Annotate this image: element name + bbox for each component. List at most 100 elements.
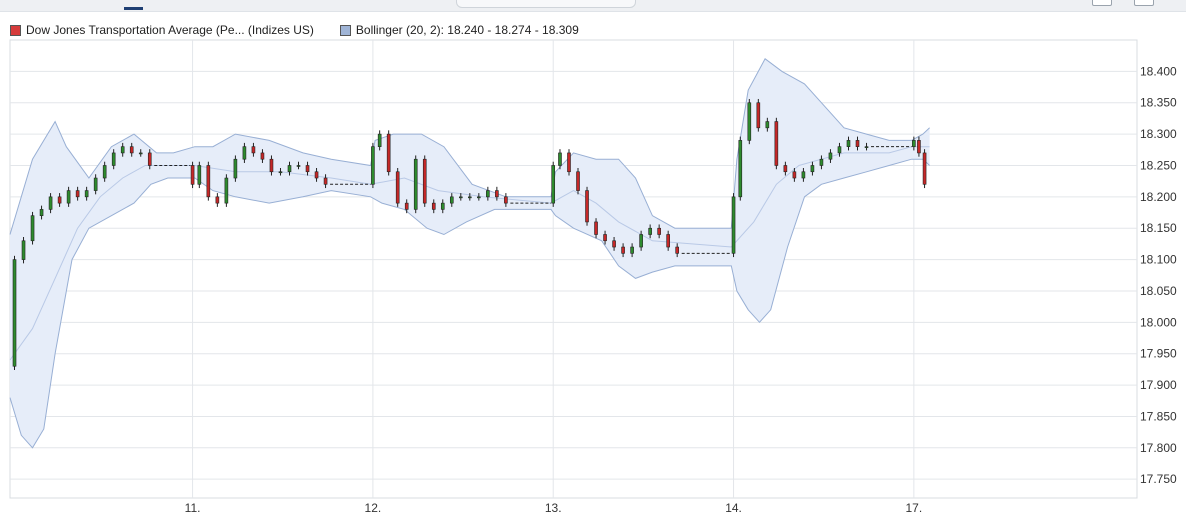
candle-body: [215, 196, 220, 204]
candle-body: [747, 102, 752, 141]
candle-body: [449, 196, 454, 204]
candle-body: [855, 140, 860, 147]
candle-body: [846, 140, 851, 147]
candle-body: [639, 234, 643, 248]
candle-body: [305, 165, 310, 173]
y-tick-label: 17.850: [1140, 409, 1177, 423]
y-tick-label: 18.200: [1140, 190, 1177, 204]
candle-body: [12, 259, 17, 367]
candle-body: [102, 165, 107, 179]
candle-body: [75, 190, 80, 198]
candle-body: [233, 158, 238, 179]
plot-area: [9, 39, 1138, 499]
candle-body: [413, 158, 418, 210]
candle-body: [738, 140, 743, 198]
candle-body: [603, 234, 607, 242]
y-tick-label: 17.950: [1140, 347, 1177, 361]
candle-body: [594, 221, 598, 235]
candle-body: [837, 146, 842, 154]
candle-body: [323, 177, 328, 185]
candle-body: [731, 196, 736, 254]
candle-body: [147, 152, 152, 166]
candle-body: [30, 215, 35, 242]
candle-body: [828, 152, 833, 160]
candle-body: [468, 196, 472, 199]
y-tick-label: 18.100: [1140, 253, 1177, 267]
candle-body: [57, 196, 62, 204]
y-tick-label: 17.900: [1140, 378, 1177, 392]
candle-body: [111, 152, 116, 166]
candle-body: [404, 202, 409, 210]
candle-body: [621, 246, 625, 254]
candle-body: [206, 165, 211, 198]
candle-body: [371, 146, 375, 185]
candle-body: [120, 146, 125, 154]
y-tick-label: 17.750: [1140, 472, 1177, 486]
candle-body: [260, 152, 265, 160]
candle-body: [810, 165, 815, 173]
candle-body: [84, 190, 89, 198]
candle-body: [801, 171, 806, 179]
candle-body: [819, 158, 824, 166]
candle-body: [39, 209, 44, 216]
candle-body: [190, 165, 195, 185]
candle-body: [477, 196, 481, 199]
x-tick-label: 14.: [725, 501, 742, 515]
y-tick-label: 18.000: [1140, 315, 1177, 329]
candle-body: [129, 146, 134, 154]
y-tick-label: 18.300: [1140, 127, 1177, 141]
candle-body: [314, 171, 319, 179]
candle-body: [567, 152, 571, 173]
candle-body: [630, 246, 634, 254]
candle-body: [648, 227, 652, 235]
candle-body: [269, 158, 274, 173]
y-tick-label: 18.400: [1140, 64, 1177, 78]
candle-body: [296, 165, 301, 167]
candle-body: [377, 133, 382, 147]
x-tick-label: 13.: [545, 501, 562, 515]
price-chart[interactable]: 18.400 18.350 18.300 18.250 18.200 18.150 18.1…: [0, 0, 1186, 519]
candle-body: [774, 121, 779, 166]
candle-body: [21, 240, 26, 260]
candle-body: [495, 190, 499, 198]
candle-body: [278, 171, 283, 174]
candle-body: [224, 177, 229, 204]
candle-body: [93, 177, 98, 191]
candle-body: [504, 196, 508, 204]
y-tick-label: 18.050: [1140, 284, 1177, 298]
candle-body: [576, 171, 580, 191]
candle-body: [287, 165, 292, 173]
candle-body: [765, 121, 770, 129]
candle-body: [917, 140, 921, 154]
candle-body: [138, 152, 143, 155]
candle-body: [792, 171, 797, 179]
candle-body: [486, 190, 490, 198]
candle-body: [783, 165, 788, 173]
candle-body: [551, 165, 556, 204]
y-tick-label: 18.350: [1140, 96, 1177, 110]
x-tick-label: 11.: [185, 501, 201, 515]
candle-body: [251, 146, 256, 154]
candle-body: [585, 190, 589, 223]
candle-body: [197, 165, 202, 185]
candle-body: [666, 234, 670, 248]
candle-body: [440, 202, 445, 210]
candle-body: [431, 202, 436, 210]
candle-body: [395, 171, 400, 204]
candle-body: [66, 190, 71, 204]
candle-body: [756, 102, 761, 129]
x-tick-label: 12.: [365, 501, 382, 515]
candle-body: [657, 227, 661, 235]
candle-body: [458, 196, 463, 199]
candle-body: [242, 146, 247, 160]
candle-body: [422, 158, 427, 204]
candle-body: [386, 133, 391, 173]
candle-body: [612, 240, 616, 248]
candle-body: [48, 196, 53, 210]
candle-body: [558, 152, 562, 166]
candle-body: [864, 146, 869, 148]
y-tick-label: 18.250: [1140, 158, 1177, 172]
y-tick-label: 17.800: [1140, 441, 1177, 455]
candle-body: [912, 140, 916, 147]
candle-body: [675, 246, 679, 254]
